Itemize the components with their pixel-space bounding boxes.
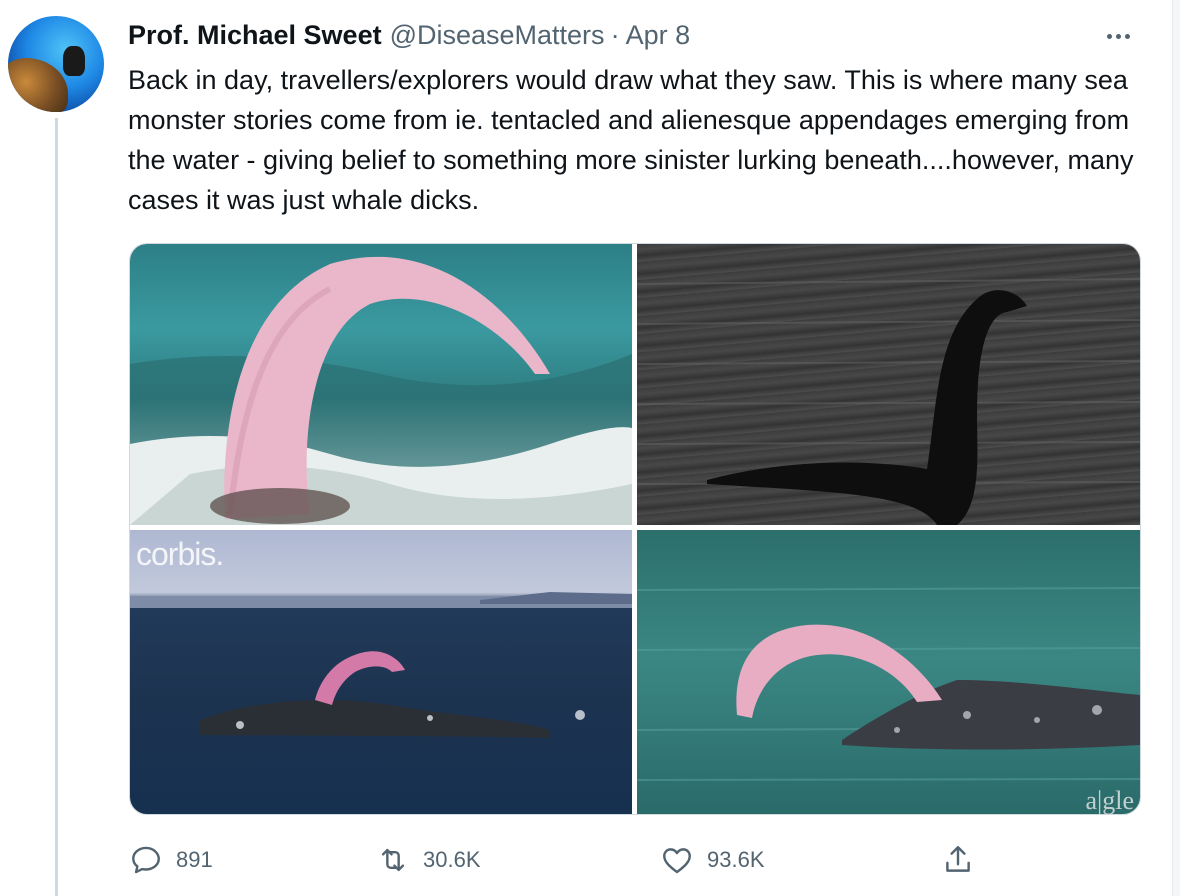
- avatar[interactable]: [8, 16, 104, 112]
- media-image-4[interactable]: a|gle: [637, 530, 1140, 814]
- avatar-reef: [8, 58, 68, 112]
- watermark-corbis: corbis.: [136, 536, 224, 572]
- heart-icon: [659, 842, 695, 878]
- like-count: 93.6K: [707, 847, 765, 872]
- media-image-2[interactable]: [637, 244, 1140, 525]
- image-2-illustration: [637, 244, 1140, 525]
- media-image-1[interactable]: [130, 244, 632, 525]
- separator-dot: ·: [610, 19, 620, 50]
- image-4-illustration: [637, 587, 1140, 781]
- share-icon: [940, 842, 976, 878]
- tweet-card[interactable]: Prof. Michael Sweet @DiseaseMatters · Ap…: [0, 0, 1173, 896]
- author-handle[interactable]: @DiseaseMatters: [390, 20, 605, 51]
- tweet-text: Back in day, travellers/explorers would …: [128, 65, 1134, 215]
- reply-button[interactable]: 891: [128, 838, 213, 882]
- media-image-3[interactable]: corbis.: [130, 530, 632, 814]
- retweet-button[interactable]: 30.6K: [375, 838, 481, 882]
- media-grid[interactable]: corbis. a|gle: [129, 243, 1141, 815]
- image-1-illustration: [130, 256, 632, 525]
- avatar-diver: [63, 46, 85, 76]
- reply-icon: [128, 842, 164, 878]
- more-horizontal-icon[interactable]: [1098, 22, 1138, 50]
- retweet-icon: [375, 842, 411, 878]
- share-button[interactable]: [940, 838, 976, 882]
- tweet-date[interactable]: Apr 8: [626, 20, 691, 51]
- reply-count: 891: [176, 847, 213, 872]
- like-button[interactable]: 93.6K: [659, 838, 765, 882]
- tweet-actions: 891 30.6K 93.6K: [128, 838, 1008, 882]
- tweet-header: Prof. Michael Sweet @DiseaseMatters · Ap…: [128, 18, 690, 52]
- thread-line: [55, 118, 58, 896]
- author-name[interactable]: Prof. Michael Sweet: [128, 20, 382, 51]
- watermark-agefotostock: a|gle: [1085, 786, 1134, 814]
- retweet-count: 30.6K: [423, 847, 481, 872]
